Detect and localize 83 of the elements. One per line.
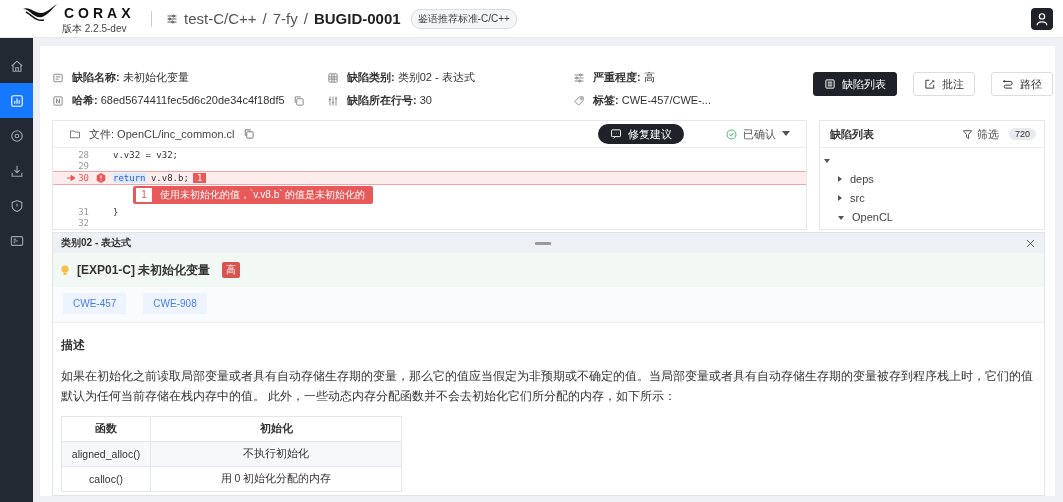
filter-button[interactable]: 筛选 xyxy=(955,125,1005,143)
cwe-tag[interactable]: CWE-457 xyxy=(63,293,127,314)
error-icon xyxy=(96,173,106,183)
arrow-icon xyxy=(67,175,77,181)
list-icon xyxy=(824,78,836,90)
line-number: 31 xyxy=(77,206,89,217)
filter-icon xyxy=(961,128,973,140)
description-text: 如果在初始化之前读取局部变量或者具有自动存储生存期的变量，那么它的值应当假定为非预期或不确定的值。当局部变量或者具有自动存储生存期的变量被存到程序栈上时，它们的值默认为任何当前存储在栈内存中的值。 此外，一些动态内存分配函数并不会去初始化它们所分配的内存，如下所示： xyxy=(61,369,1034,404)
toolbar-button[interactable]: 路径 xyxy=(991,72,1053,96)
copy-icon xyxy=(242,128,255,140)
info-field: 缺陷类别: 类别02 - 表达式 xyxy=(347,70,475,85)
line-number: 28 xyxy=(77,149,89,160)
info-field: 缺陷名称: 未初始化变量 xyxy=(72,70,189,85)
status-dropdown[interactable]: 已确认 xyxy=(720,125,796,143)
info-field: 哈希: 68ed5674411fec5d6c20de34c4f18df5 xyxy=(72,93,285,108)
caret-icon xyxy=(782,131,790,137)
info-field: 标签: CWE-457/CWE-... xyxy=(593,93,711,108)
route-icon xyxy=(1002,78,1014,90)
table-header: 初始化 xyxy=(150,416,402,442)
issue-marker: 1 xyxy=(192,173,207,183)
table-header: 函数 xyxy=(61,416,151,442)
code-text: } xyxy=(113,206,119,217)
download-icon xyxy=(9,163,24,178)
tag-icon xyxy=(573,94,585,107)
sheet-title: 类别02 - 表达式 xyxy=(61,236,132,250)
sliders-icon xyxy=(166,12,178,25)
lightbulb-icon xyxy=(61,264,69,276)
standard-badge: 鉴语推荐标准-C/C++ xyxy=(410,8,517,29)
sliders-icon xyxy=(327,94,339,107)
grid-icon xyxy=(327,71,339,84)
breadcrumb-separator: / xyxy=(303,10,308,27)
rule-title: [EXP01-C] 未初始化变量 xyxy=(77,261,211,279)
user-icon xyxy=(1035,11,1049,26)
chart-icon xyxy=(9,93,24,108)
shield-icon xyxy=(9,198,24,213)
version-label: 版本 2.2.5-dev xyxy=(62,22,127,35)
line-number: 30 xyxy=(53,173,89,183)
breadcrumb-separator: / xyxy=(262,10,267,27)
count-badge: 720 xyxy=(1008,128,1036,140)
folder-icon xyxy=(69,128,81,140)
table-cell: 不执行初始化 xyxy=(150,441,402,467)
card-icon xyxy=(52,71,64,84)
annotation-index: 1 xyxy=(136,188,152,202)
breadcrumb-current: BUGID-0001 xyxy=(313,10,401,27)
table-cell: 用 0 初始化分配的内存 xyxy=(150,466,402,492)
check-circle-icon xyxy=(726,128,737,140)
close-button[interactable] xyxy=(1025,237,1036,249)
table-cell: aligned_alloc() xyxy=(61,441,151,467)
chat-icon xyxy=(610,128,622,140)
home-icon xyxy=(9,58,24,73)
panel-icon xyxy=(9,233,24,248)
breadcrumb-link[interactable]: 7-fy xyxy=(272,10,298,27)
sidebar-item[interactable] xyxy=(0,83,33,118)
line-number: 29 xyxy=(77,160,89,171)
tree-node[interactable]: OpenCL xyxy=(834,207,897,226)
sliders-icon xyxy=(573,71,585,84)
target-icon xyxy=(9,128,24,143)
line-number: 32 xyxy=(77,217,89,228)
file-path: 文件: OpenCL/inc_common.cl xyxy=(89,126,235,142)
tree-node[interactable]: deps xyxy=(834,169,878,188)
info-field: 严重程度: 高 xyxy=(593,70,655,85)
hash-icon xyxy=(52,94,64,107)
toolbar-button[interactable]: 批注 xyxy=(913,72,975,96)
panel-title: 缺陷列表 xyxy=(830,126,874,142)
edit-icon xyxy=(924,78,936,90)
annotation-message: 使用未初始化的值，`v.v8.b` 的值是未初始化的 xyxy=(160,188,367,202)
user-button[interactable] xyxy=(1031,7,1053,30)
section-heading: 描述 xyxy=(61,337,86,354)
severity-badge: 高 xyxy=(222,262,241,278)
table-cell: calloc() xyxy=(61,466,151,492)
cwe-tag[interactable]: CWE-908 xyxy=(143,293,207,314)
toolbar-button[interactable]: 缺陷列表 xyxy=(813,72,897,96)
drag-handle[interactable] xyxy=(535,241,551,245)
breadcrumb-link[interactable]: test-C/C++ xyxy=(184,10,257,27)
bird-logo-icon xyxy=(22,2,58,23)
info-field: 缺陷所在行号: 30 xyxy=(347,93,432,108)
fix-suggestion-button[interactable]: 修复建议 xyxy=(598,124,684,144)
copy-icon xyxy=(292,94,305,107)
code-text: v.v32 = v32; xyxy=(113,149,179,160)
close-icon xyxy=(1025,237,1036,249)
logo-text: CORAX xyxy=(64,4,135,21)
tree-node[interactable]: src xyxy=(834,188,869,207)
code-text: return v.v8.b; xyxy=(113,173,189,183)
